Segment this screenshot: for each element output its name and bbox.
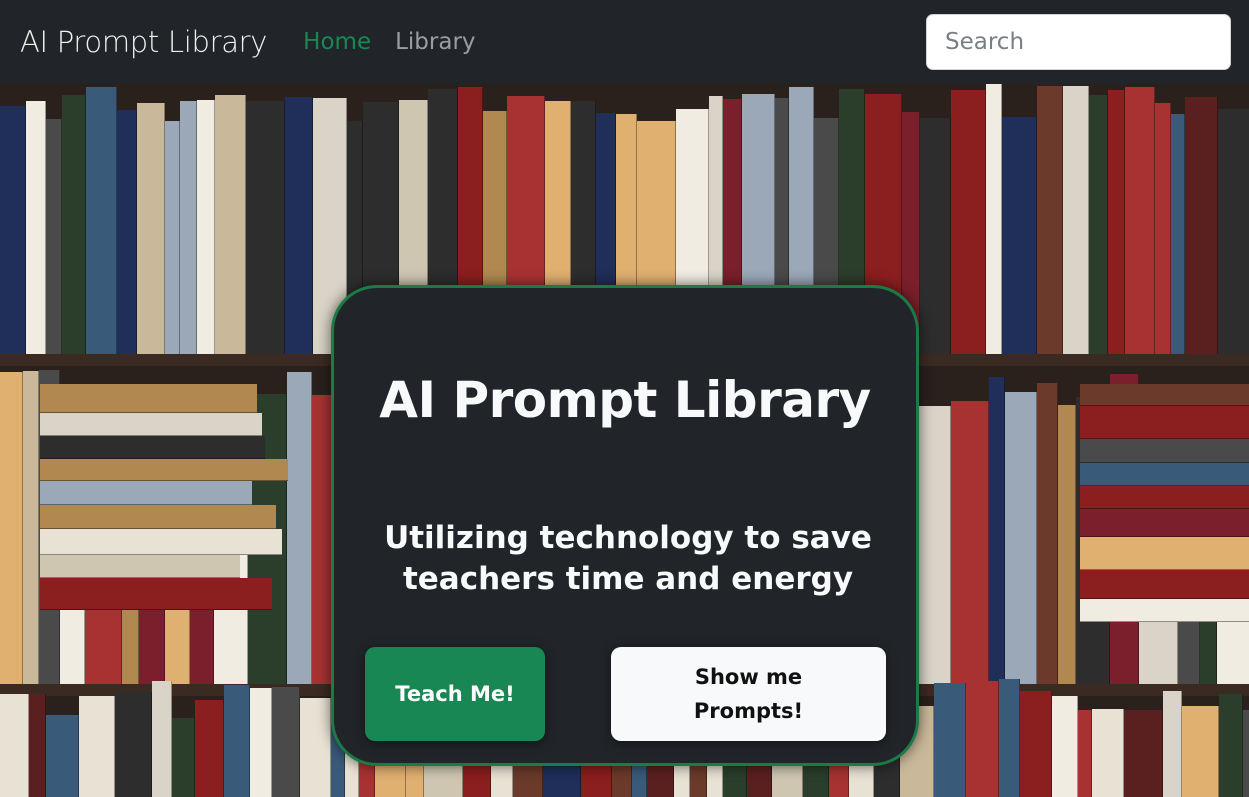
hero-card: AI Prompt Library Utilizing technology t… [331,285,919,766]
book-spine [195,700,224,797]
stacked-book [40,578,272,610]
book-spine [115,692,152,797]
nav-link-library[interactable]: Library [395,29,475,55]
book-spine [1243,710,1249,797]
book-spine [986,84,1002,354]
book-spine [989,377,1005,684]
stacked-book [40,481,252,505]
nav-link-home[interactable]: Home [303,29,371,55]
book-spine [920,118,951,354]
book-spine [914,406,951,684]
book-spine [46,715,79,797]
book-spine [79,696,115,797]
stacked-book [40,459,288,481]
stacked-book [1080,406,1249,439]
book-spine [272,687,300,797]
stacked-book [1080,463,1249,486]
book-spine [1078,710,1092,797]
book-spine [246,101,285,354]
book-spine [172,718,195,797]
book-spine [29,694,46,797]
stacked-book [1080,537,1249,570]
stacked-book [40,505,276,529]
stacked-book [40,555,240,578]
book-spine [951,90,986,354]
stacked-book [1080,570,1249,599]
book-spine [1005,392,1037,684]
book-spine [23,371,39,684]
stacked-book [40,413,262,436]
book-spine [197,100,215,354]
hero-subtitle: Utilizing technology to save teachers ti… [384,520,872,597]
book-spine [224,685,250,797]
stacked-book [1080,599,1249,622]
book-stack [1080,384,1249,622]
stacked-book [40,529,282,555]
book-spine [1037,383,1058,684]
book-spine [46,119,62,354]
book-spine [966,681,999,797]
book-spine [287,372,312,684]
book-spine [165,121,180,354]
show-prompts-button[interactable]: Show me Prompts! [611,647,886,741]
book-spine [1058,405,1076,684]
book-spine [1218,109,1249,354]
show-prompts-label: Show me Prompts! [693,665,804,723]
book-spine [1052,696,1078,797]
book-spine [1171,114,1185,354]
book-spine [86,87,117,354]
book-stack [40,384,290,610]
book-spine [1125,87,1155,354]
stacked-book [1080,509,1249,537]
book-spine [1089,95,1108,354]
stacked-book [1080,486,1249,509]
stacked-book [40,384,257,413]
book-spine [152,681,172,797]
book-spine [1182,706,1219,797]
book-spine [137,103,165,354]
book-spine [215,95,246,354]
book-spine [1002,117,1037,354]
book-spine [285,97,313,354]
book-spine [1163,691,1182,797]
book-spine [250,688,272,797]
book-spine [1155,103,1171,354]
book-spine [1063,86,1089,354]
stacked-book [1080,439,1249,463]
book-spine [999,679,1020,797]
book-spine [1108,90,1125,354]
book-spine [1020,691,1052,797]
book-spine [62,95,86,354]
search-input[interactable] [926,14,1231,70]
teach-me-label: Teach Me! [395,682,515,706]
book-spine [951,401,989,684]
book-spine [26,101,46,354]
book-spine [1037,86,1063,354]
book-spine [1219,694,1243,797]
book-spine [1185,97,1218,354]
navbar-brand[interactable]: AI Prompt Library [20,25,267,59]
hero-bookshelf-background: AI Prompt Library Utilizing technology t… [0,84,1249,797]
book-spine [180,101,197,354]
book-spine [1124,710,1163,797]
top-navbar: AI Prompt Library Home Library [0,0,1249,84]
book-spine [934,683,966,797]
book-spine [0,372,23,684]
teach-me-button[interactable]: Teach Me! [365,647,545,741]
hero-title: AI Prompt Library [379,371,871,429]
stacked-book [40,436,265,459]
book-spine [117,110,137,354]
book-spine [0,694,29,797]
book-spine [0,106,26,354]
stacked-book [1080,384,1249,406]
book-spine [300,698,331,797]
book-spine [1092,709,1124,797]
